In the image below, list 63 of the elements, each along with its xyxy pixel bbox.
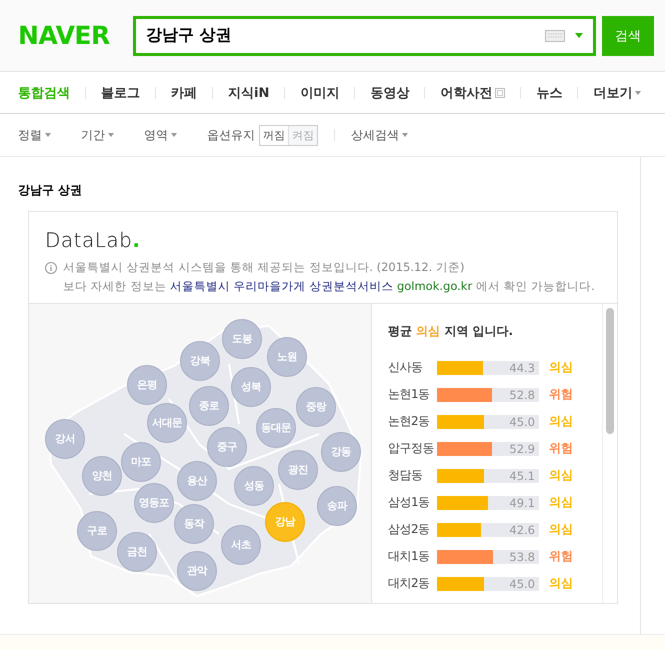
dropdown-menu[interactable]: 정렬 (18, 126, 51, 144)
search-input[interactable]: 강남구 상권 (146, 26, 545, 45)
status-label: 의심 (549, 521, 573, 538)
caret-icon (171, 133, 177, 137)
section-title: 강남구 상권 (18, 182, 82, 199)
caret-icon[interactable] (575, 33, 583, 38)
area-name: 대치1동 (388, 548, 431, 565)
scrollbar[interactable] (602, 304, 617, 603)
status-label: 의심 (549, 467, 573, 484)
site-link[interactable]: golmok.go.kr (396, 279, 472, 293)
score-value: 49.1 (509, 496, 535, 510)
area-name: 삼성2동 (388, 521, 431, 538)
nav-tab[interactable]: 뉴스 (536, 84, 562, 102)
score-value: 53.8 (509, 550, 535, 564)
nav-tab[interactable]: 블로그 (101, 84, 140, 102)
dropdown-menu[interactable]: 영역 (144, 126, 177, 144)
status-label: 위험 (549, 386, 573, 403)
more-info-text: 보다 자세한 정보는 서울특별시 우리마을가게 상권분석서비스 golmok.go.kr 에서 확인 가능합니다. (63, 279, 595, 294)
dropdown-menu[interactable]: 상세검색 (351, 126, 408, 144)
naver-logo[interactable]: NAVER (18, 21, 133, 50)
nav-tab[interactable]: 동영상 (370, 84, 410, 102)
nav-tab[interactable]: 더보기 (593, 84, 642, 102)
caret-icon (402, 133, 408, 137)
caret-icon (108, 133, 114, 137)
score-value: 42.6 (509, 522, 535, 536)
nav-tab[interactable]: 지식iN (228, 84, 270, 102)
area-name: 대치2동 (388, 575, 431, 592)
area-name: 압구정동 (388, 440, 435, 457)
status-label: 의심 (549, 413, 573, 430)
service-link[interactable]: 서울특별시 우리마을가게 상권분석서비스 (170, 279, 394, 293)
notice-text: 서울특별시 상권분석 시스템을 통해 제공되는 정보입니다. (2015.12. 기준) (63, 260, 464, 275)
status-label: 의심 (549, 575, 573, 592)
score-value: 45.1 (509, 468, 535, 482)
option-label: 옵션유지 (207, 126, 255, 144)
toggle-option[interactable]: 켜짐 (288, 126, 317, 144)
status-label: 의심 (549, 494, 573, 511)
score-value: 52.9 (509, 442, 535, 456)
dropdown-menu[interactable]: 기간 (81, 126, 114, 144)
score-value: 45.0 (509, 576, 535, 590)
info-icon (45, 262, 57, 274)
datalab-logo: DataLab. (45, 228, 140, 252)
area-name: 논현1동 (388, 386, 431, 403)
ranking-heading: 평균 의심 지역 입니다. (388, 323, 514, 340)
score-value: 52.8 (509, 388, 535, 402)
area-name: 삼성1동 (388, 494, 431, 511)
search-field[interactable]: 강남구 상권 (133, 16, 596, 56)
score-value: 45.0 (509, 414, 535, 428)
area-name: 논현2동 (388, 413, 431, 430)
caret-icon (635, 90, 642, 94)
search-button[interactable]: 검색 (602, 16, 654, 56)
keyboard-icon[interactable] (545, 30, 565, 42)
nav-tab[interactable]: 어학사전 (440, 84, 506, 102)
window-icon (495, 88, 506, 98)
nav-tab[interactable]: 카페 (171, 84, 197, 102)
score-value: 44.3 (509, 360, 535, 374)
caret-icon (45, 133, 51, 137)
area-name: 청담동 (388, 467, 424, 484)
area-name: 신사동 (388, 359, 424, 376)
nav-tab[interactable]: 통합검색 (18, 84, 70, 102)
status-label: 위험 (549, 440, 573, 457)
status-label: 의심 (549, 359, 573, 376)
nav-tab[interactable]: 이미지 (300, 84, 340, 102)
status-label: 위험 (549, 548, 573, 565)
